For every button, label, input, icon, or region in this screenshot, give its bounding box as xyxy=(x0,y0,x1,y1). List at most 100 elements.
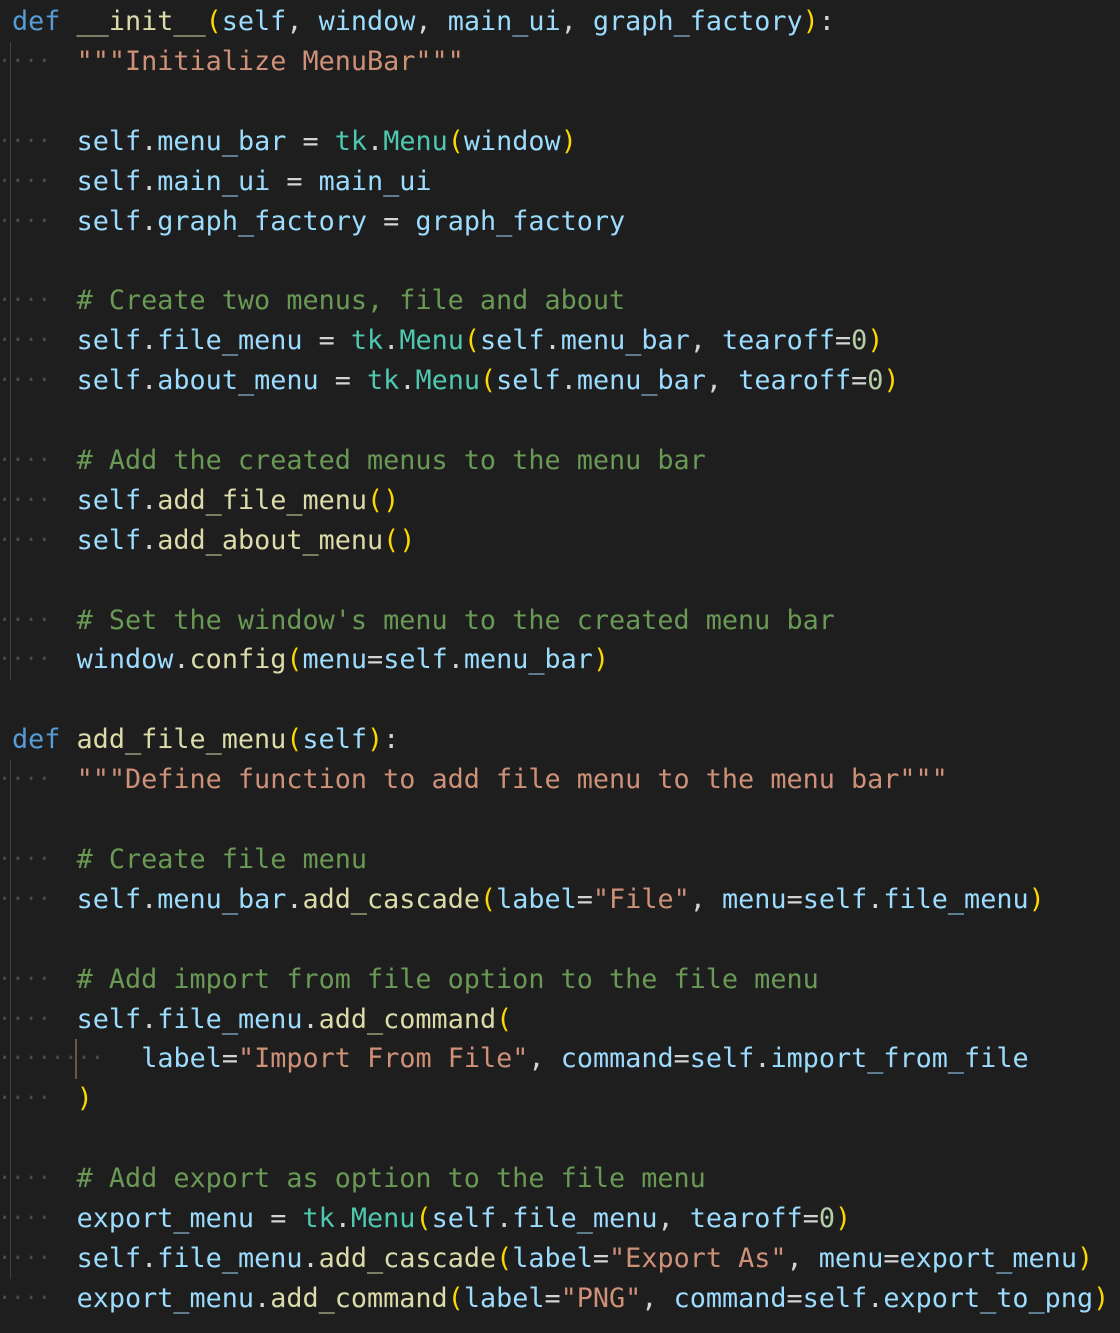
code-token: = xyxy=(673,1043,690,1075)
code-token: ( xyxy=(463,325,480,357)
code-token: = xyxy=(367,205,416,237)
whitespace-dots: ···· xyxy=(0,607,51,633)
code-token: self xyxy=(76,524,142,556)
code-token: . xyxy=(367,125,384,157)
code-token: . xyxy=(141,125,158,157)
code-token: ) xyxy=(366,724,384,756)
code-token: . xyxy=(496,1203,513,1234)
code-token: = xyxy=(576,883,593,915)
code-token: = xyxy=(802,1203,819,1234)
code-token: ( xyxy=(205,6,222,37)
code-text: # Set the window's menu to the created m… xyxy=(77,601,835,641)
code-token: label xyxy=(496,883,577,915)
code-text: export_menu = tk.Menu(self.file_menu, te… xyxy=(77,1199,852,1239)
code-token: ) xyxy=(867,325,884,357)
code-text: # Create two menus, file and about xyxy=(77,281,626,321)
code-token: self xyxy=(221,6,287,37)
whitespace-dots: ···· xyxy=(0,966,51,992)
code-token: . xyxy=(560,365,577,397)
code-token: self xyxy=(431,1203,497,1234)
code-text: self.file_menu.add_cascade(label="Export… xyxy=(77,1239,1094,1279)
code-token: add_cascade xyxy=(302,883,480,915)
whitespace-dots: ···· xyxy=(0,128,51,154)
code-text: self.menu_bar = tk.Menu(window) xyxy=(77,122,577,162)
code-token: add_command xyxy=(270,1282,448,1314)
whitespace-dots: ···· xyxy=(0,527,51,553)
code-token: ) xyxy=(76,1083,93,1115)
whitespace-dots: ···· xyxy=(0,208,51,234)
code-token: # Add the created menus to the menu bar xyxy=(76,444,706,476)
code-text: self.menu_bar.add_cascade(label="File", … xyxy=(77,880,1045,920)
whitespace-dots: ···· xyxy=(0,767,51,793)
code-token: self xyxy=(76,883,142,915)
code-token: self xyxy=(496,365,561,397)
code-token: . xyxy=(867,883,884,915)
code-text: window.config(menu=self.menu_bar) xyxy=(77,640,610,680)
code-token: menu_bar xyxy=(157,883,287,915)
code-token: . xyxy=(141,1242,158,1274)
code-token: , xyxy=(689,325,723,357)
code-token: config xyxy=(189,644,287,676)
code-token: = xyxy=(786,883,803,915)
code-token: Menu xyxy=(350,1203,416,1234)
code-token: . xyxy=(173,644,190,676)
code-token: = xyxy=(592,1242,610,1274)
code-token: . xyxy=(867,1282,884,1314)
code-token: , xyxy=(786,1242,819,1274)
code-token: = xyxy=(221,1043,238,1075)
code-editor[interactable]: def __init__(self, window, main_ui, grap… xyxy=(0,0,1120,1333)
code-token: . xyxy=(302,1003,319,1035)
code-token: tk xyxy=(334,125,368,157)
code-token: __init__ xyxy=(76,6,206,37)
code-token: Menu xyxy=(399,325,464,357)
whitespace-dots: ···· xyxy=(0,487,51,513)
code-token: 0 xyxy=(851,325,868,357)
code-token: self xyxy=(480,325,545,357)
code-token: self xyxy=(76,125,142,157)
code-token: """Define function to add file menu to t… xyxy=(76,764,948,796)
code-token: export_menu xyxy=(76,1282,255,1314)
code-token: ( xyxy=(286,724,303,756)
code-text: label="Import From File", command=self.i… xyxy=(141,1039,1028,1079)
code-token: () xyxy=(367,484,400,516)
code-token: menu_bar xyxy=(157,125,287,157)
whitespace-dots: ···· xyxy=(0,886,51,912)
code-token: window xyxy=(463,125,561,157)
code-token: self xyxy=(383,644,448,676)
code-token: self xyxy=(689,1043,755,1075)
code-text: # Add the created menus to the menu bar xyxy=(77,441,706,481)
code-token: , xyxy=(286,6,319,37)
whitespace-dots: ···· xyxy=(0,1206,51,1231)
code-token: ( xyxy=(480,365,497,397)
code-token: export_menu xyxy=(899,1242,1077,1274)
code-token: = xyxy=(367,644,384,676)
code-token: = xyxy=(851,365,868,397)
code-token: = xyxy=(544,1282,561,1314)
code-text: # Add import from file option to the fil… xyxy=(77,960,819,1000)
code-token: export_to_png xyxy=(883,1282,1094,1314)
code-token: main_ui xyxy=(318,165,432,197)
code-token: . xyxy=(141,883,158,915)
whitespace-dots: ···· xyxy=(0,447,51,473)
code-token: ) xyxy=(1028,883,1045,915)
code-token: ) xyxy=(592,644,610,676)
whitespace-dots: ···· xyxy=(0,328,51,354)
code-token: file_menu xyxy=(157,1242,303,1274)
code-token: ( xyxy=(447,1282,464,1314)
code-token: = xyxy=(286,125,335,157)
code-token: . xyxy=(447,644,464,676)
code-token: command xyxy=(673,1282,787,1314)
whitespace-dots: ········ xyxy=(0,1046,104,1072)
code-token: self xyxy=(76,1003,142,1035)
code-token: add_about_menu xyxy=(157,524,384,556)
code-token: tk xyxy=(302,1203,335,1234)
code-text: def __init__(self, window, main_ui, grap… xyxy=(12,2,835,42)
code-token: ( xyxy=(496,1242,513,1274)
code-token: ) xyxy=(1093,1282,1110,1314)
indent-guide xyxy=(10,760,11,1279)
code-text: self.file_menu.add_command( xyxy=(77,1000,513,1040)
whitespace-dots: ···· xyxy=(0,168,51,194)
whitespace-dots: ···· xyxy=(0,1245,51,1271)
